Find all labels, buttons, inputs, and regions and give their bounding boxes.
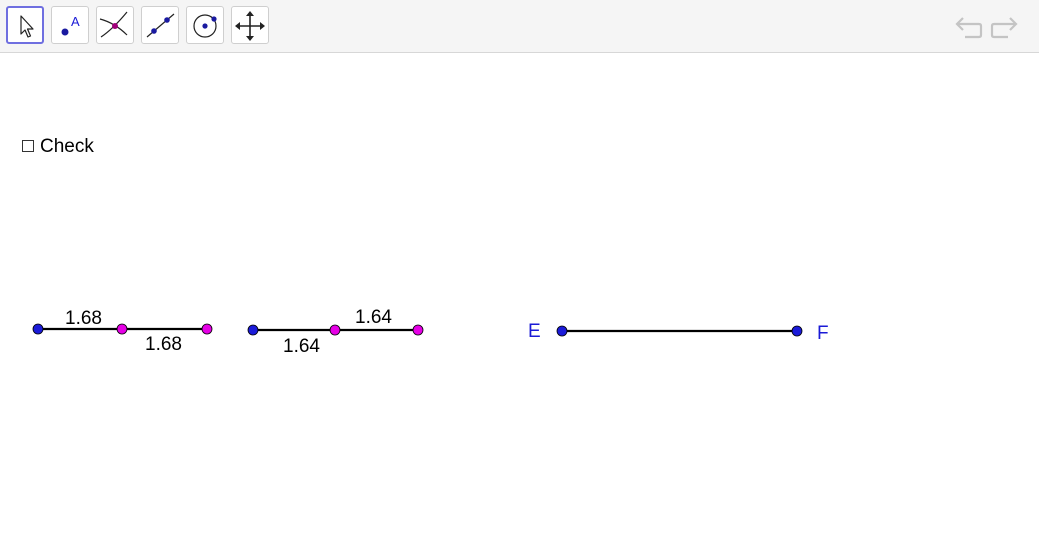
point-2-mid[interactable] bbox=[329, 324, 341, 336]
point-f-label: F bbox=[817, 323, 829, 344]
line-tool-button[interactable] bbox=[141, 6, 179, 44]
point-e[interactable] bbox=[556, 325, 568, 337]
point-2-start[interactable] bbox=[247, 324, 259, 336]
circle-icon bbox=[193, 14, 217, 38]
move-tool-button[interactable] bbox=[6, 6, 44, 44]
graphics-view[interactable]: 1.68 1.68 1.64 1.64 E F bbox=[0, 53, 1039, 558]
segment-2b-length-label: 1.64 bbox=[355, 307, 392, 328]
point-1-end[interactable] bbox=[201, 323, 213, 335]
circle-tool-button[interactable] bbox=[186, 6, 224, 44]
point-1-mid[interactable] bbox=[116, 323, 128, 335]
undo-button[interactable] bbox=[953, 13, 983, 41]
line-icon bbox=[146, 13, 175, 38]
point-1-start[interactable] bbox=[32, 323, 44, 335]
segment-2a-length-label: 1.64 bbox=[283, 336, 320, 357]
move-view-tool-button[interactable] bbox=[231, 6, 269, 44]
segment-1a-length-label: 1.68 bbox=[65, 308, 102, 329]
redo-icon bbox=[990, 17, 1018, 39]
move-view-icon bbox=[235, 11, 265, 41]
point-e-label: E bbox=[528, 321, 541, 342]
intersect-icon bbox=[99, 11, 128, 38]
segment-1b-length-label: 1.68 bbox=[145, 334, 182, 355]
point-f[interactable] bbox=[791, 325, 803, 337]
point-tool-button[interactable]: A bbox=[51, 6, 89, 44]
intersect-tool-button[interactable] bbox=[96, 6, 134, 44]
point-icon-label: A bbox=[71, 14, 80, 29]
point-icon: A bbox=[61, 14, 80, 36]
redo-button[interactable] bbox=[990, 13, 1020, 41]
toolbar: A bbox=[0, 0, 1039, 53]
move-arrow-icon bbox=[20, 15, 34, 38]
undo-icon bbox=[955, 17, 983, 39]
point-2-end[interactable] bbox=[412, 324, 424, 336]
